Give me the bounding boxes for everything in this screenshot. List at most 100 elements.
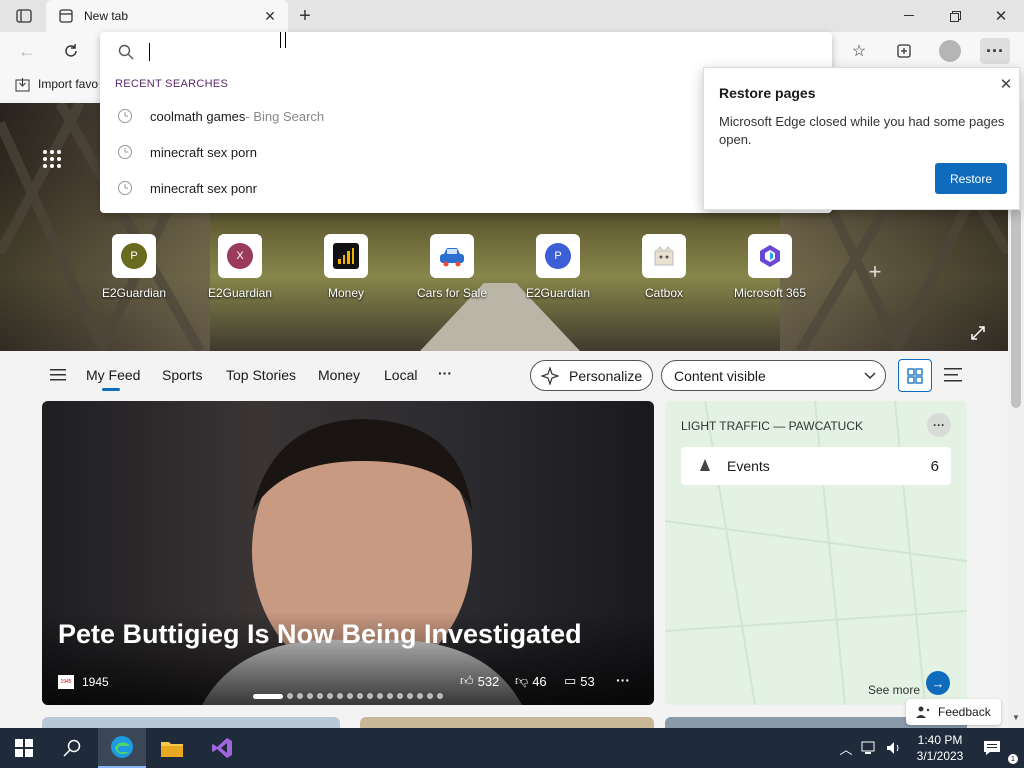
personalize-button[interactable]: Personalize bbox=[530, 360, 653, 391]
story-more-button[interactable]: ··· bbox=[616, 672, 630, 688]
catbox-icon bbox=[654, 246, 674, 266]
favorites-star-icon[interactable]: ☆ bbox=[848, 40, 870, 62]
traffic-card[interactable]: LIGHT TRAFFIC — PAWCATUCK ··· Events 6 S… bbox=[665, 401, 967, 705]
quick-link-e2guardian-1[interactable]: P E2Guardian bbox=[90, 234, 178, 304]
search-icon bbox=[116, 42, 136, 62]
story-headline[interactable]: Pete Buttigieg Is Now Being Investigated bbox=[58, 619, 582, 650]
tab-money[interactable]: Money bbox=[318, 367, 360, 383]
notifications-icon[interactable] bbox=[980, 736, 1004, 760]
quick-link-label: Cars for Sale bbox=[416, 286, 488, 300]
windows-taskbar: ︿ 1:40 PM 3/1/2023 1 bbox=[0, 728, 1024, 768]
quick-link-money[interactable]: Money bbox=[302, 234, 390, 304]
traffic-card-title: LIGHT TRAFFIC — PAWCATUCK bbox=[681, 419, 864, 433]
add-quick-link-icon[interactable]: + bbox=[864, 259, 886, 284]
quick-link-microsoft-365[interactable]: Microsoft 365 bbox=[726, 234, 814, 304]
comments-button[interactable]: ▭ 53 bbox=[564, 673, 595, 689]
tray-chevron-up-icon[interactable]: ︿ bbox=[838, 738, 854, 758]
tab-title: New tab bbox=[84, 9, 129, 23]
restore-window-icon[interactable] bbox=[944, 8, 966, 24]
quick-link-label: E2Guardian bbox=[525, 286, 591, 300]
recent-searches-header: RECENT SEARCHES bbox=[115, 78, 229, 90]
quick-link-label: E2Guardian bbox=[101, 286, 167, 300]
tab-top-stories[interactable]: Top Stories bbox=[226, 367, 296, 383]
clock[interactable]: 1:40 PM 3/1/2023 bbox=[912, 732, 968, 764]
taskbar-file-explorer-icon[interactable] bbox=[148, 728, 196, 768]
story-source[interactable]: 1945 bbox=[82, 675, 109, 689]
apps-grid-icon[interactable] bbox=[40, 147, 64, 171]
collections-icon[interactable] bbox=[893, 40, 915, 62]
notification-badge: 1 bbox=[1008, 754, 1018, 764]
tab-actions-icon[interactable] bbox=[12, 6, 36, 26]
story-preview-1[interactable] bbox=[42, 717, 340, 728]
dislike-button[interactable]: 👎︎ 46 bbox=[515, 673, 547, 689]
close-tab-icon[interactable]: ✕ bbox=[262, 8, 278, 24]
import-favorites-label[interactable]: Import favo bbox=[38, 77, 98, 91]
taskbar-edge-icon[interactable] bbox=[98, 728, 146, 768]
events-label: Events bbox=[727, 458, 770, 474]
import-icon[interactable] bbox=[14, 76, 30, 92]
money-chart-icon bbox=[333, 243, 359, 269]
new-tab-plus-icon[interactable]: + bbox=[294, 5, 316, 27]
comment-icon: ▭ bbox=[564, 673, 577, 688]
back-arrow-icon[interactable]: ← bbox=[16, 40, 38, 62]
close-popup-icon[interactable]: ✕ bbox=[996, 74, 1016, 94]
network-icon[interactable] bbox=[860, 738, 880, 758]
hamburger-menu-icon[interactable] bbox=[48, 367, 68, 383]
volume-icon[interactable] bbox=[884, 738, 904, 758]
quick-link-letter-icon: X bbox=[227, 243, 253, 269]
like-button[interactable]: 👍︎ 532 bbox=[460, 673, 499, 689]
restore-button[interactable]: Restore bbox=[935, 163, 1007, 194]
history-clock-icon bbox=[100, 144, 150, 160]
events-count: 6 bbox=[930, 457, 939, 475]
more-tabs-button[interactable]: ··· bbox=[438, 365, 452, 381]
recent-search-text: minecraft sex ponr bbox=[150, 180, 257, 196]
settings-more-icon[interactable]: ··· bbox=[980, 38, 1010, 64]
dislike-count: 46 bbox=[532, 673, 547, 689]
expand-background-icon[interactable] bbox=[968, 323, 988, 343]
quick-link-label: Money bbox=[327, 286, 365, 300]
see-more-label[interactable]: See more bbox=[868, 683, 920, 697]
comment-count: 53 bbox=[580, 673, 595, 689]
quick-link-catbox[interactable]: Catbox bbox=[620, 234, 708, 304]
tab-my-feed[interactable]: My Feed bbox=[86, 367, 140, 383]
grid-layout-icon[interactable] bbox=[898, 359, 932, 392]
microsoft-365-icon bbox=[760, 245, 780, 267]
close-window-icon[interactable]: ✕ bbox=[990, 8, 1012, 25]
tab-local[interactable]: Local bbox=[384, 367, 417, 383]
events-row[interactable]: Events 6 bbox=[681, 447, 951, 485]
tab-new-tab[interactable]: New tab ✕ bbox=[46, 0, 288, 32]
scrollbar-thumb[interactable] bbox=[1011, 208, 1021, 408]
source-logo-icon: 1945 bbox=[58, 675, 74, 689]
refresh-icon[interactable] bbox=[60, 40, 82, 62]
story-preview-2[interactable] bbox=[360, 717, 654, 728]
tab-sports[interactable]: Sports bbox=[162, 367, 202, 383]
recent-search-suffix: - Bing Search bbox=[245, 108, 325, 124]
feedback-button[interactable]: Feedback bbox=[906, 699, 1001, 725]
active-tab-indicator bbox=[102, 388, 120, 391]
traffic-more-icon[interactable]: ··· bbox=[927, 413, 951, 437]
history-clock-icon bbox=[100, 108, 150, 124]
see-more-arrow-icon[interactable]: → bbox=[926, 671, 950, 695]
quick-link-e2guardian-2[interactable]: X E2Guardian bbox=[196, 234, 284, 304]
profile-avatar[interactable] bbox=[939, 40, 961, 62]
chevron-down-icon bbox=[855, 371, 885, 380]
quick-link-label: Microsoft 365 bbox=[733, 286, 807, 300]
quick-link-letter-icon: P bbox=[545, 243, 571, 269]
content-visible-dropdown[interactable]: Content visible bbox=[661, 360, 886, 391]
minimize-icon[interactable] bbox=[898, 8, 920, 24]
text-caret bbox=[149, 43, 150, 61]
quick-link-e2guardian-3[interactable]: P E2Guardian bbox=[514, 234, 602, 304]
carousel-dots[interactable]: document.write(Array(16).fill('<div styl… bbox=[253, 693, 443, 699]
windows-start-icon[interactable] bbox=[0, 728, 48, 768]
taskbar-search-icon[interactable] bbox=[48, 728, 96, 768]
mouse-ibeam-cursor bbox=[280, 32, 286, 48]
main-story-card[interactable]: Pete Buttigieg Is Now Being Investigated… bbox=[42, 401, 654, 705]
clock-time: 1:40 PM bbox=[917, 733, 963, 747]
car-icon bbox=[440, 248, 464, 267]
restore-pages-popup: ✕ Restore pages Microsoft Edge closed wh… bbox=[703, 67, 1020, 210]
quick-link-cars-for-sale[interactable]: Cars for Sale bbox=[408, 234, 496, 304]
scroll-down-arrow-icon[interactable]: ▼ bbox=[1011, 711, 1021, 723]
list-layout-icon[interactable] bbox=[942, 365, 964, 385]
taskbar-visual-studio-icon[interactable] bbox=[198, 728, 246, 768]
address-input[interactable] bbox=[146, 38, 816, 66]
